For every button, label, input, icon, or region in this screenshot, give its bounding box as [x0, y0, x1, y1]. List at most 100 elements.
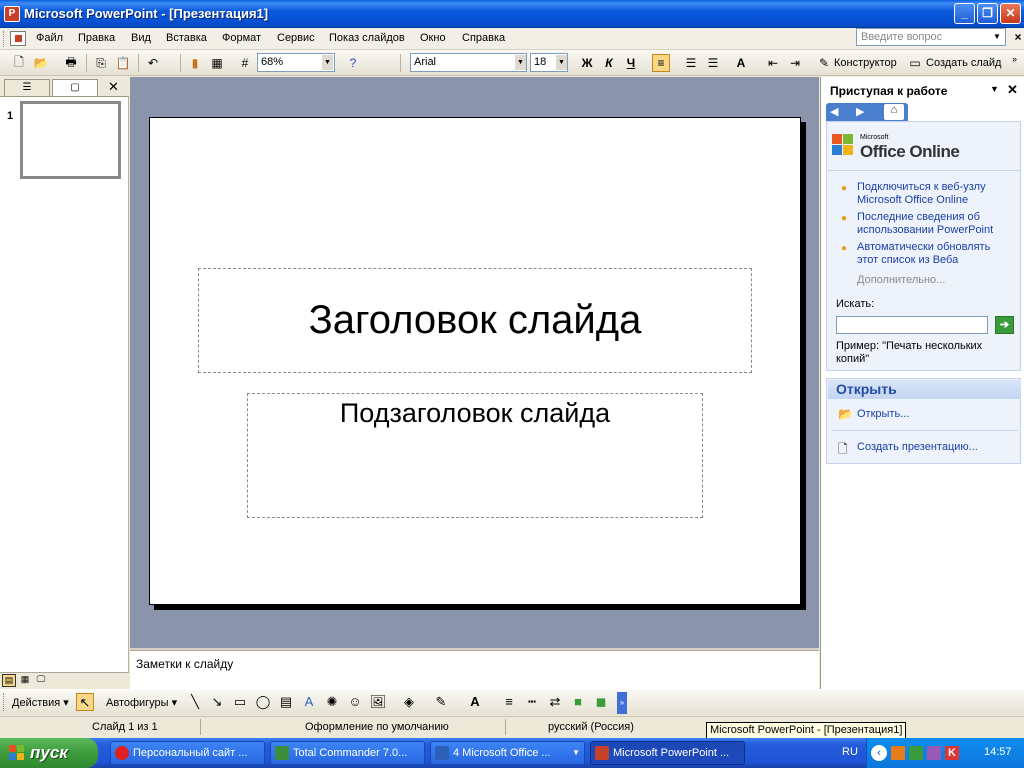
- underline-button[interactable]: Ч: [622, 54, 640, 72]
- arrow-right-icon[interactable]: ➔: [995, 316, 1014, 334]
- close-icon[interactable]: ✕: [108, 79, 119, 95]
- link-auto-update[interactable]: Автоматически обновлять этот список из В…: [857, 241, 1007, 267]
- line-style-icon[interactable]: ≡: [500, 693, 518, 711]
- arrow-style-icon[interactable]: ⇄: [546, 693, 564, 711]
- task-powerpoint[interactable]: Microsoft PowerPoint ...: [590, 741, 745, 765]
- search-input[interactable]: [836, 316, 988, 334]
- minimize-button[interactable]: _: [954, 3, 975, 24]
- document-close-button[interactable]: ×: [1012, 30, 1024, 44]
- task-opera[interactable]: Персональный сайт ...: [110, 741, 265, 765]
- toolbar-grip[interactable]: [3, 693, 6, 711]
- align-left-icon[interactable]: ≡: [652, 54, 670, 72]
- title-bar[interactable]: P Microsoft PowerPoint - [Презентация1] …: [0, 0, 1024, 28]
- new-slide-button[interactable]: Создать слайд: [926, 57, 1001, 69]
- increase-font-icon[interactable]: A: [732, 54, 750, 72]
- menu-help[interactable]: Справка: [462, 32, 505, 44]
- tab-slides[interactable]: ▢: [52, 79, 98, 96]
- new-presentation-link[interactable]: Создать презентацию...: [857, 441, 978, 454]
- menu-insert[interactable]: Вставка: [166, 32, 207, 44]
- rectangle-icon[interactable]: ▭: [231, 693, 249, 711]
- slide-thumbnail[interactable]: [20, 101, 121, 179]
- grid-icon[interactable]: #: [236, 54, 254, 72]
- new-slide-icon[interactable]: ▭: [906, 54, 924, 72]
- help-icon[interactable]: ?: [344, 54, 362, 72]
- back-icon[interactable]: ◀: [830, 105, 838, 118]
- dash-style-icon[interactable]: ┅: [523, 693, 541, 711]
- office-online-logo[interactable]: Microsoft Office Online: [832, 132, 962, 162]
- menu-edit[interactable]: Правка: [78, 32, 115, 44]
- tab-outline[interactable]: ☰: [4, 79, 50, 96]
- shadow-icon[interactable]: ■: [569, 693, 587, 711]
- autoshapes-menu[interactable]: Автофигуры ▾: [106, 696, 177, 709]
- antivirus-icon[interactable]: K: [945, 746, 959, 760]
- arrow-icon[interactable]: ↘: [208, 693, 226, 711]
- toolbar-options-icon[interactable]: »: [617, 692, 627, 714]
- decrease-indent-icon[interactable]: ⇤: [764, 54, 782, 72]
- chevron-down-icon[interactable]: ▼: [515, 55, 526, 70]
- subtitle-placeholder[interactable]: Подзаголовок слайда: [247, 393, 703, 518]
- chevron-left-icon[interactable]: ‹: [871, 745, 887, 761]
- powerpoint-icon[interactable]: P: [4, 6, 20, 22]
- italic-button[interactable]: К: [600, 54, 618, 72]
- actions-menu[interactable]: Действия ▾: [12, 696, 69, 709]
- increase-indent-icon[interactable]: ⇥: [786, 54, 804, 72]
- undo-icon[interactable]: ↶: [144, 54, 162, 72]
- menu-window[interactable]: Окно: [420, 32, 446, 44]
- oval-icon[interactable]: ◯: [254, 693, 272, 711]
- select-pointer-icon[interactable]: ↖: [76, 693, 94, 711]
- bold-button[interactable]: Ж: [578, 54, 596, 72]
- chevron-down-icon[interactable]: ▼: [556, 55, 567, 70]
- language-indicator[interactable]: RU: [842, 746, 858, 758]
- copy-icon[interactable]: ⎘: [92, 54, 110, 72]
- slide-sorter-icon[interactable]: ▦: [18, 674, 32, 687]
- media-player-icon[interactable]: [891, 746, 905, 760]
- chart-icon[interactable]: ▮: [186, 54, 204, 72]
- designer-icon[interactable]: ✎: [815, 54, 833, 72]
- notes-pane[interactable]: Заметки к слайду: [130, 650, 819, 689]
- network-icon[interactable]: [927, 746, 941, 760]
- title-placeholder[interactable]: Заголовок слайда: [198, 268, 752, 373]
- designer-button[interactable]: Конструктор: [834, 57, 897, 69]
- menu-tools[interactable]: Сервис: [277, 32, 315, 44]
- picture-icon[interactable]: 🖼: [369, 693, 387, 711]
- open-folder-icon[interactable]: 📂: [32, 54, 50, 72]
- clipart-icon[interactable]: ☺: [346, 693, 364, 711]
- chevron-down-icon[interactable]: ▼: [991, 30, 1003, 44]
- chevron-down-icon[interactable]: ▼: [322, 55, 333, 70]
- slideshow-icon[interactable]: 🖵: [34, 674, 48, 687]
- close-icon[interactable]: ✕: [1007, 82, 1018, 98]
- line-icon[interactable]: ╲: [186, 693, 204, 711]
- menu-format[interactable]: Формат: [222, 32, 261, 44]
- table-icon[interactable]: ▦: [208, 54, 226, 72]
- toolbar-options-icon[interactable]: »: [1012, 54, 1017, 64]
- help-search-input[interactable]: Введите вопрос: [856, 28, 1006, 46]
- font-color-icon[interactable]: A: [466, 693, 484, 711]
- fill-color-icon[interactable]: ◈: [400, 693, 418, 711]
- more-link[interactable]: Дополнительно...: [857, 274, 945, 286]
- diagram-icon[interactable]: ✺: [323, 693, 341, 711]
- link-latest-news[interactable]: Последние сведения об использовании Powe…: [857, 211, 1007, 237]
- menu-file[interactable]: Файл: [36, 32, 63, 44]
- textbox-icon[interactable]: ▤: [277, 693, 295, 711]
- paste-icon[interactable]: 📋: [114, 54, 132, 72]
- tray-icon[interactable]: [909, 746, 923, 760]
- close-button[interactable]: ✕: [1000, 3, 1021, 24]
- new-document-icon[interactable]: 🗋: [10, 54, 28, 72]
- numbered-list-icon[interactable]: ☰: [682, 54, 700, 72]
- normal-view-icon[interactable]: ▤: [2, 674, 16, 687]
- font-combo[interactable]: Arial: [410, 53, 527, 72]
- link-office-online[interactable]: Подключиться к веб-узлу Microsoft Office…: [857, 181, 1007, 207]
- bullet-list-icon[interactable]: ☰: [704, 54, 722, 72]
- toolbar-grip[interactable]: [3, 31, 6, 47]
- clock[interactable]: 14:57: [984, 746, 1012, 758]
- open-link[interactable]: Открыть...: [857, 408, 909, 421]
- menu-view[interactable]: Вид: [131, 32, 151, 44]
- line-color-icon[interactable]: ✎: [432, 693, 450, 711]
- print-icon[interactable]: 🖶: [62, 54, 80, 72]
- forward-icon[interactable]: ▶: [856, 105, 864, 118]
- document-icon[interactable]: [10, 31, 26, 46]
- chevron-down-icon[interactable]: ▼: [990, 84, 999, 94]
- home-icon[interactable]: ⌂: [884, 104, 904, 120]
- 3d-icon[interactable]: ◼: [592, 693, 610, 711]
- wordart-icon[interactable]: A: [300, 693, 318, 711]
